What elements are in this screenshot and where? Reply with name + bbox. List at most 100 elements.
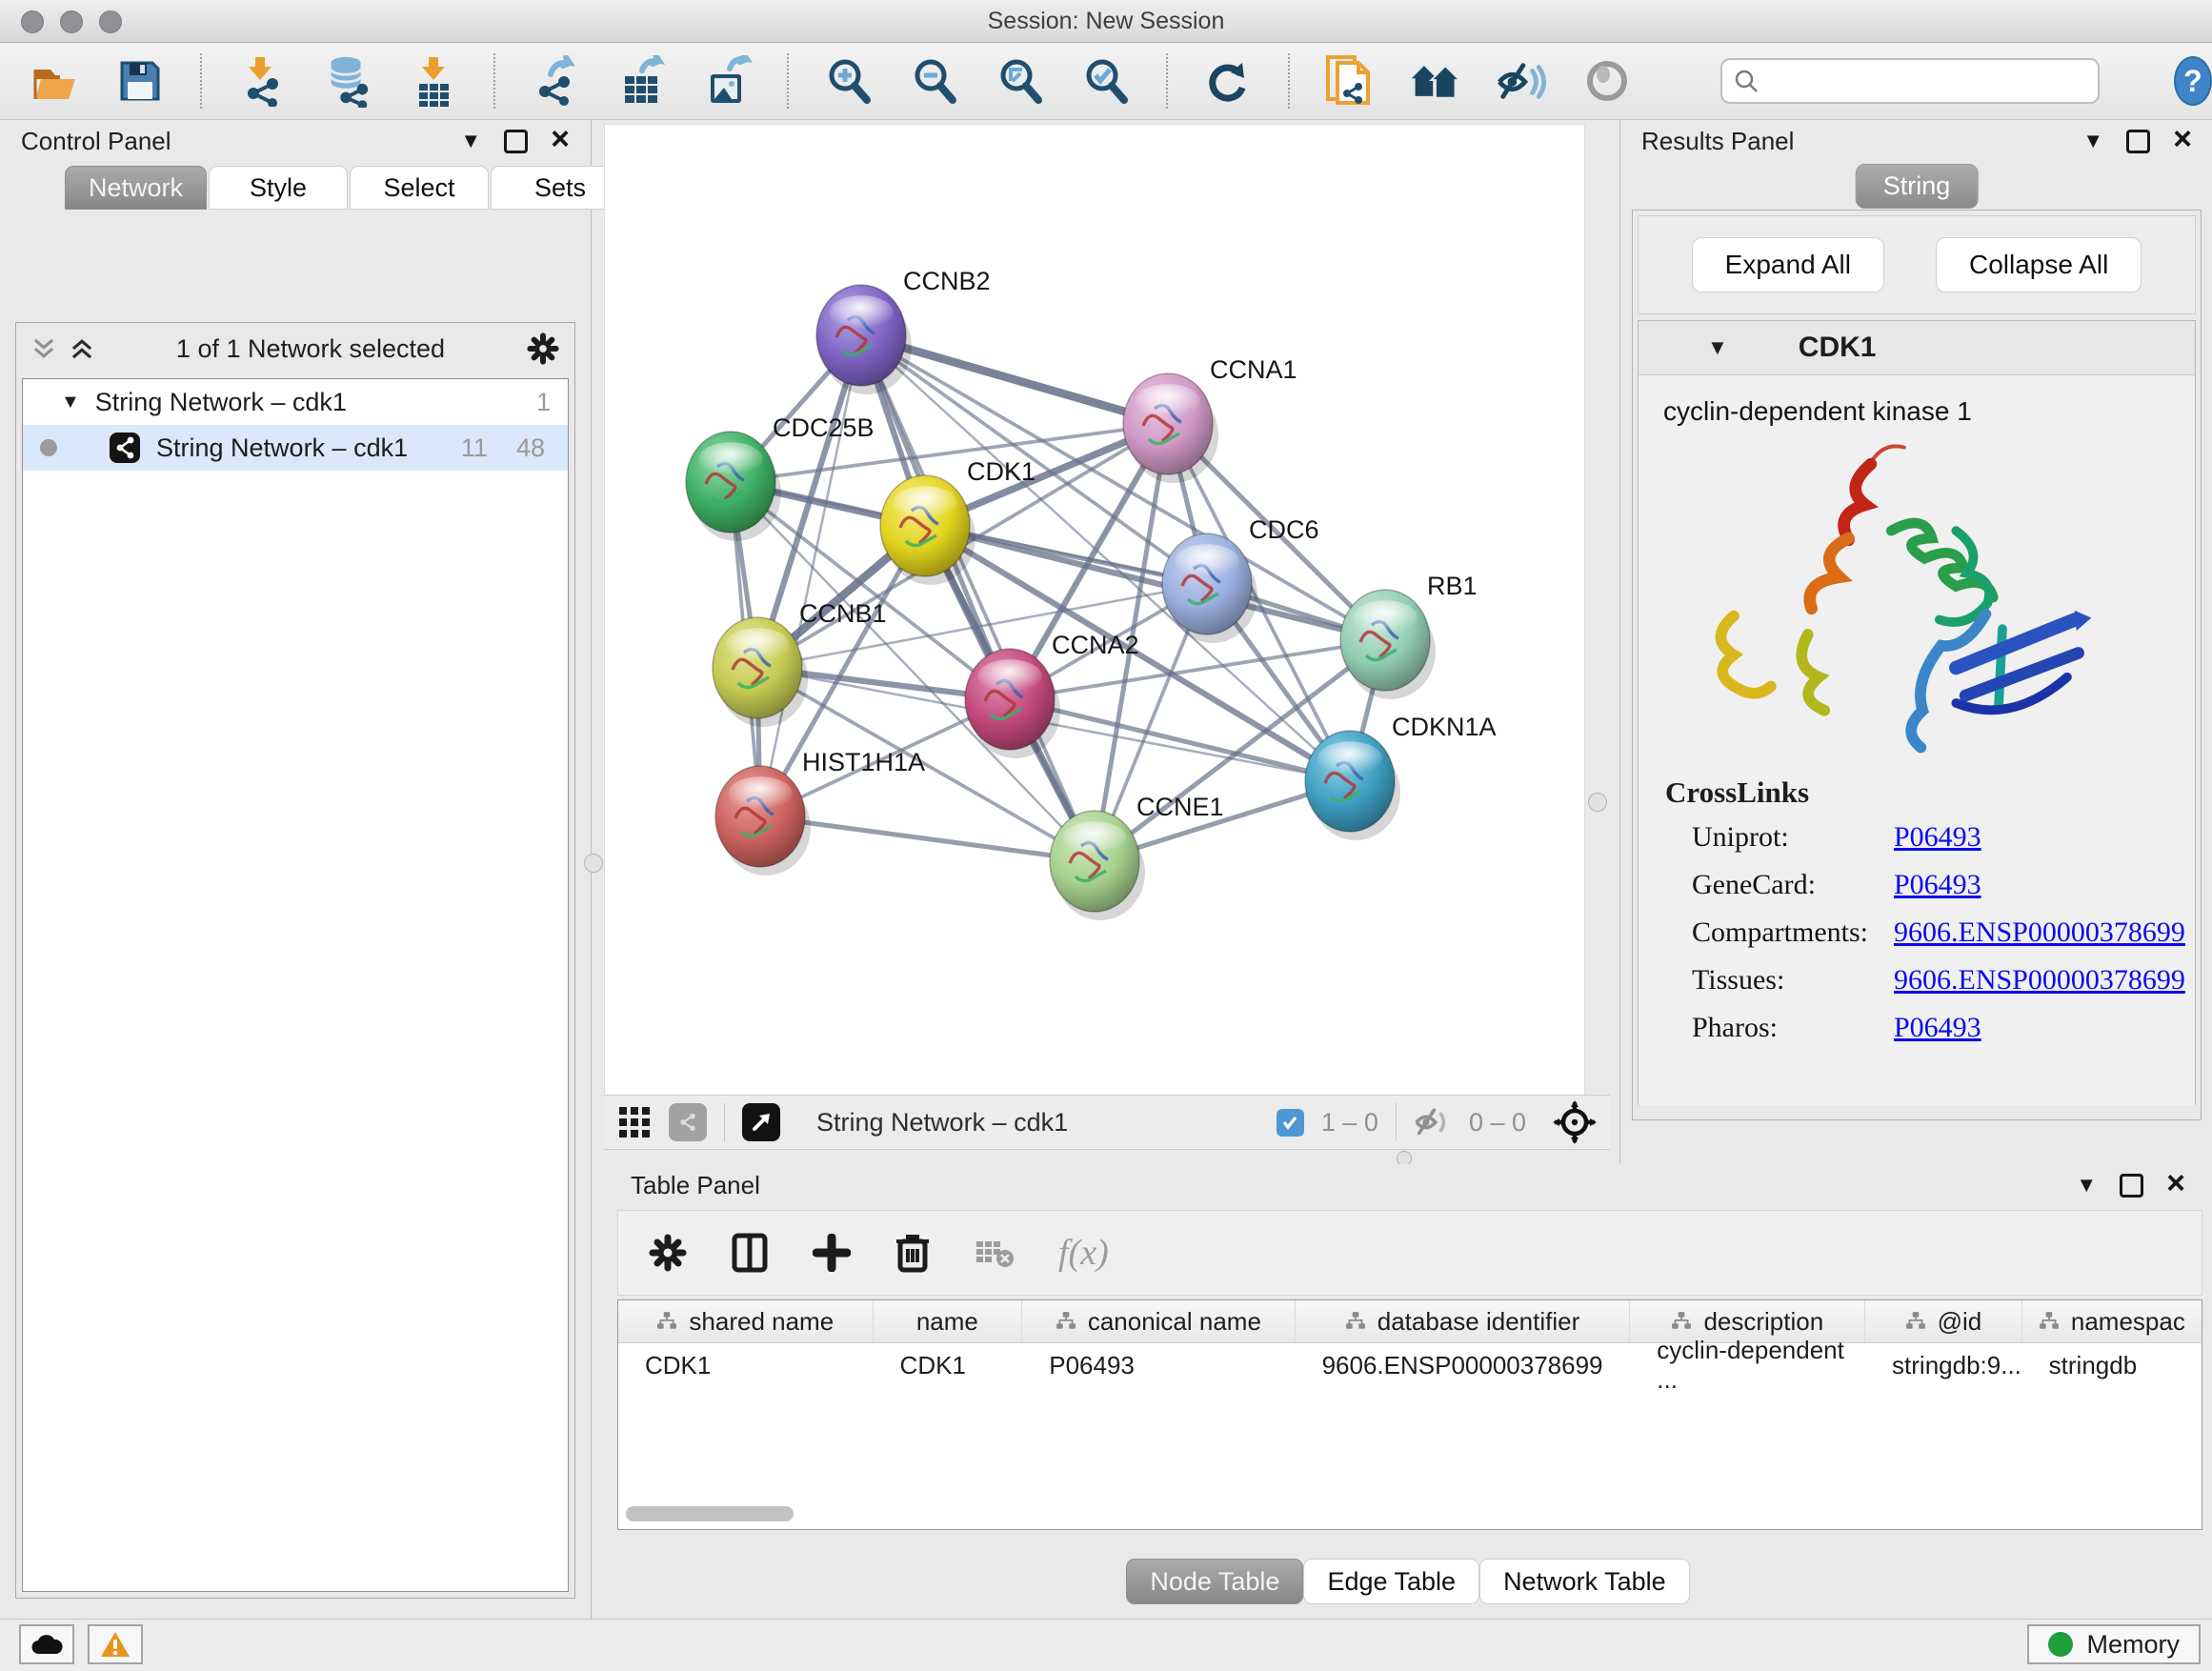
crosslink-label: Compartments: [1692, 916, 1894, 949]
network-overview-icon[interactable] [669, 1103, 707, 1141]
detach-view-icon[interactable] [742, 1103, 780, 1141]
zoom-in-icon[interactable] [823, 55, 875, 107]
panel-collapse-caret[interactable]: ▼ [2082, 131, 2103, 151]
panel-float-button[interactable] [504, 130, 528, 153]
tab-network[interactable]: Network [65, 166, 207, 210]
crosslink-tissues[interactable]: 9606.ENSP00000378699 [1894, 964, 2185, 997]
panel-close-button[interactable]: × [551, 123, 570, 155]
export-network-icon[interactable] [530, 55, 581, 107]
network-node-RB1[interactable]: RB1 [1340, 572, 1478, 699]
cell-namespace[interactable]: stringdb [2022, 1343, 2202, 1387]
import-table-from-file-icon[interactable] [408, 55, 459, 107]
maximize-window-button[interactable] [99, 10, 122, 33]
show-graphics-details-icon[interactable] [1581, 55, 1633, 107]
column-header-name[interactable]: name [874, 1300, 1023, 1342]
import-network-from-file-icon[interactable] [236, 55, 288, 107]
grid-view-icon[interactable] [617, 1105, 652, 1139]
crosslink-label: Tissues: [1692, 964, 1894, 997]
tab-network-table[interactable]: Network Table [1479, 1559, 1690, 1604]
node-table[interactable]: shared name name canonical name database… [617, 1299, 2202, 1530]
network-node-CDK1[interactable]: CDK1 [880, 457, 1036, 585]
memory-button[interactable]: Memory [2027, 1624, 2201, 1664]
network-node-CDKN1A[interactable]: CDKN1A [1305, 713, 1497, 840]
section-expander-icon[interactable]: ▼ [1707, 335, 1728, 360]
first-neighbors-icon[interactable] [1410, 55, 1461, 107]
new-network-from-selection-icon[interactable] [1324, 55, 1376, 107]
table-tabs: Node Table Edge Table Network Table [604, 1559, 2212, 1604]
column-header-database-identifier[interactable]: database identifier [1296, 1300, 1631, 1342]
panel-float-button[interactable] [2120, 1174, 2143, 1198]
crosslink-compartments[interactable]: 9606.ENSP00000378699 [1894, 916, 2185, 949]
panel-collapse-caret[interactable]: ▼ [2076, 1175, 2097, 1196]
network-node-CCNB1[interactable]: CCNB1 [713, 599, 887, 727]
network-node-CCNE1[interactable]: CCNE1 [1050, 793, 1224, 920]
horizontal-scrollbar-thumb[interactable] [626, 1506, 794, 1521]
import-network-from-database-icon[interactable] [322, 55, 373, 107]
right-splitter-handle[interactable] [1588, 793, 1607, 812]
cell-id[interactable]: stringdb:9... [1865, 1343, 2022, 1387]
help-button[interactable]: ? [2174, 56, 2212, 106]
collapse-all-button[interactable]: Collapse All [1936, 237, 2142, 292]
column-header-id[interactable]: @id [1865, 1300, 2022, 1342]
network-node-CDC6[interactable]: CDC6 [1162, 515, 1319, 643]
crosslink-genecard[interactable]: P06493 [1894, 869, 1981, 901]
zoom-selected-icon[interactable] [1080, 55, 1132, 107]
close-window-button[interactable] [21, 10, 44, 33]
create-column-icon[interactable] [813, 1234, 851, 1272]
show-columns-icon[interactable] [731, 1232, 769, 1274]
cell-name[interactable]: CDK1 [874, 1343, 1023, 1387]
panel-collapse-caret[interactable]: ▼ [460, 131, 481, 151]
zoom-out-icon[interactable] [909, 55, 960, 107]
search-input[interactable] [1768, 67, 2086, 96]
export-image-icon[interactable] [701, 55, 753, 107]
tab-style[interactable]: Style [209, 166, 348, 210]
save-session-icon[interactable] [114, 55, 166, 107]
cloud-status-button[interactable] [19, 1624, 74, 1664]
open-session-icon[interactable] [29, 55, 80, 107]
network-view-canvas[interactable]: CCNB2CCNA1CDC25BCDK1CDC6RB1CCNB1CCNA2CDK… [604, 124, 1585, 1096]
tree-expander-icon[interactable]: ▼ [61, 392, 80, 413]
crosslink-uniprot[interactable]: P06493 [1894, 821, 1981, 854]
delete-column-icon[interactable] [895, 1232, 931, 1274]
minimize-window-button[interactable] [60, 10, 83, 33]
tab-string[interactable]: String [1856, 164, 1979, 209]
fit-content-crosshair-icon[interactable] [1553, 1100, 1597, 1144]
table-panel-title: Table Panel [631, 1171, 760, 1200]
cell-shared-name[interactable]: CDK1 [618, 1343, 874, 1387]
zoom-fit-icon[interactable] [995, 55, 1046, 107]
network-label: String Network – cdk1 [156, 433, 408, 463]
tab-node-table[interactable]: Node Table [1126, 1559, 1303, 1604]
column-header-shared-name[interactable]: shared name [618, 1300, 874, 1342]
cell-canonical-name[interactable]: P06493 [1022, 1343, 1295, 1387]
refresh-view-icon[interactable] [1202, 55, 1254, 107]
panel-close-button[interactable]: × [2166, 1167, 2185, 1199]
column-header-canonical-name[interactable]: canonical name [1022, 1300, 1295, 1342]
network-node-HIST1H1A[interactable]: HIST1H1A [715, 748, 925, 876]
column-header-namespace[interactable]: namespac [2022, 1300, 2202, 1342]
tab-select[interactable]: Select [350, 166, 489, 210]
table-options-gear-icon[interactable] [649, 1234, 687, 1272]
toolbar-separator [200, 53, 202, 109]
network-options-gear-icon[interactable] [527, 332, 559, 365]
panel-close-button[interactable]: × [2173, 123, 2192, 155]
export-table-icon[interactable] [615, 55, 667, 107]
network-row[interactable]: String Network – cdk1 11 48 [23, 425, 568, 471]
cell-description[interactable]: cyclin-dependent ... [1630, 1343, 1865, 1387]
left-splitter-handle[interactable] [584, 854, 603, 873]
node-label-CCNA2: CCNA2 [1052, 631, 1139, 659]
warnings-button[interactable] [88, 1624, 143, 1664]
panel-float-button[interactable] [2126, 130, 2150, 153]
hide-graphics-details-icon[interactable] [1496, 55, 1547, 107]
table-row[interactable]: CDK1 CDK1 P06493 9606.ENSP00000378699 cy… [618, 1343, 2202, 1387]
string-network-graph[interactable]: CCNB2CCNA1CDC25BCDK1CDC6RB1CCNB1CCNA2CDK… [605, 125, 1584, 1095]
crosslink-pharos[interactable]: P06493 [1894, 1012, 1981, 1044]
expand-all-networks-icon[interactable] [31, 336, 56, 361]
network-collection-row[interactable]: ▼ String Network – cdk1 1 [23, 379, 568, 425]
tab-edge-table[interactable]: Edge Table [1303, 1559, 1479, 1604]
selected-indicator-checkbox[interactable] [1277, 1109, 1304, 1137]
cell-database-identifier[interactable]: 9606.ENSP00000378699 [1296, 1343, 1631, 1387]
search-box[interactable] [1720, 58, 2100, 104]
collapse-all-networks-icon[interactable] [70, 336, 94, 361]
expand-all-button[interactable]: Expand All [1692, 237, 1884, 292]
hidden-elements-eye-icon [1414, 1107, 1452, 1137]
